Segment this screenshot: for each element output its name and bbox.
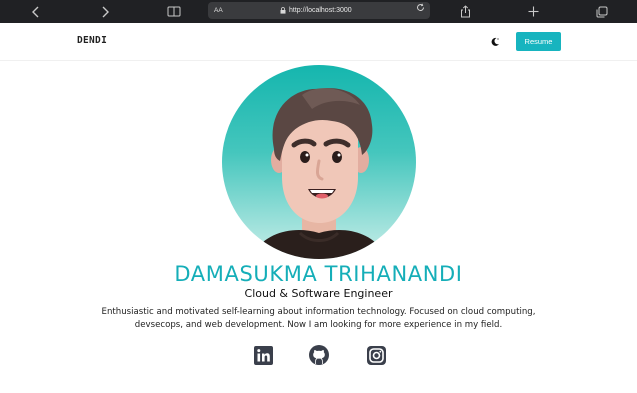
profile-avatar [222,65,416,259]
instagram-icon[interactable] [366,345,386,365]
hero-name: DAMASUKMA TRIHANANDI [174,262,463,286]
book-icon[interactable] [162,0,186,23]
hero-bio: Enthusiastic and motivated self-learning… [80,306,557,332]
chevron-right-icon[interactable] [93,0,117,23]
reload-icon[interactable] [416,2,425,19]
lock-icon [280,7,286,14]
brand-logo[interactable]: DENDI [77,35,107,46]
hero-role: Cloud & Software Engineer [244,287,393,300]
address-bar[interactable]: AA http://localhost:3000 [208,2,430,19]
browser-toolbar: AA http://localhost:3000 [0,0,637,23]
plus-icon[interactable] [521,0,545,23]
reader-aa-button[interactable]: AA [214,2,223,19]
github-icon[interactable] [309,345,329,365]
moon-icon[interactable] [488,35,502,49]
share-icon[interactable] [453,0,477,23]
url-text: http://localhost:3000 [289,7,352,14]
url-display: http://localhost:3000 [280,2,352,19]
tabs-icon[interactable] [590,0,614,23]
site-nav: DENDI Resume [0,23,637,61]
bio-line: devsecops, and web development. Now I am… [134,320,503,330]
social-links [0,345,637,365]
linkedin-icon[interactable] [253,345,273,365]
resume-button[interactable]: Resume [516,32,561,51]
bio-line: Enthusiastic and motivated self-learning… [101,307,536,317]
chevron-left-icon[interactable] [24,0,48,23]
